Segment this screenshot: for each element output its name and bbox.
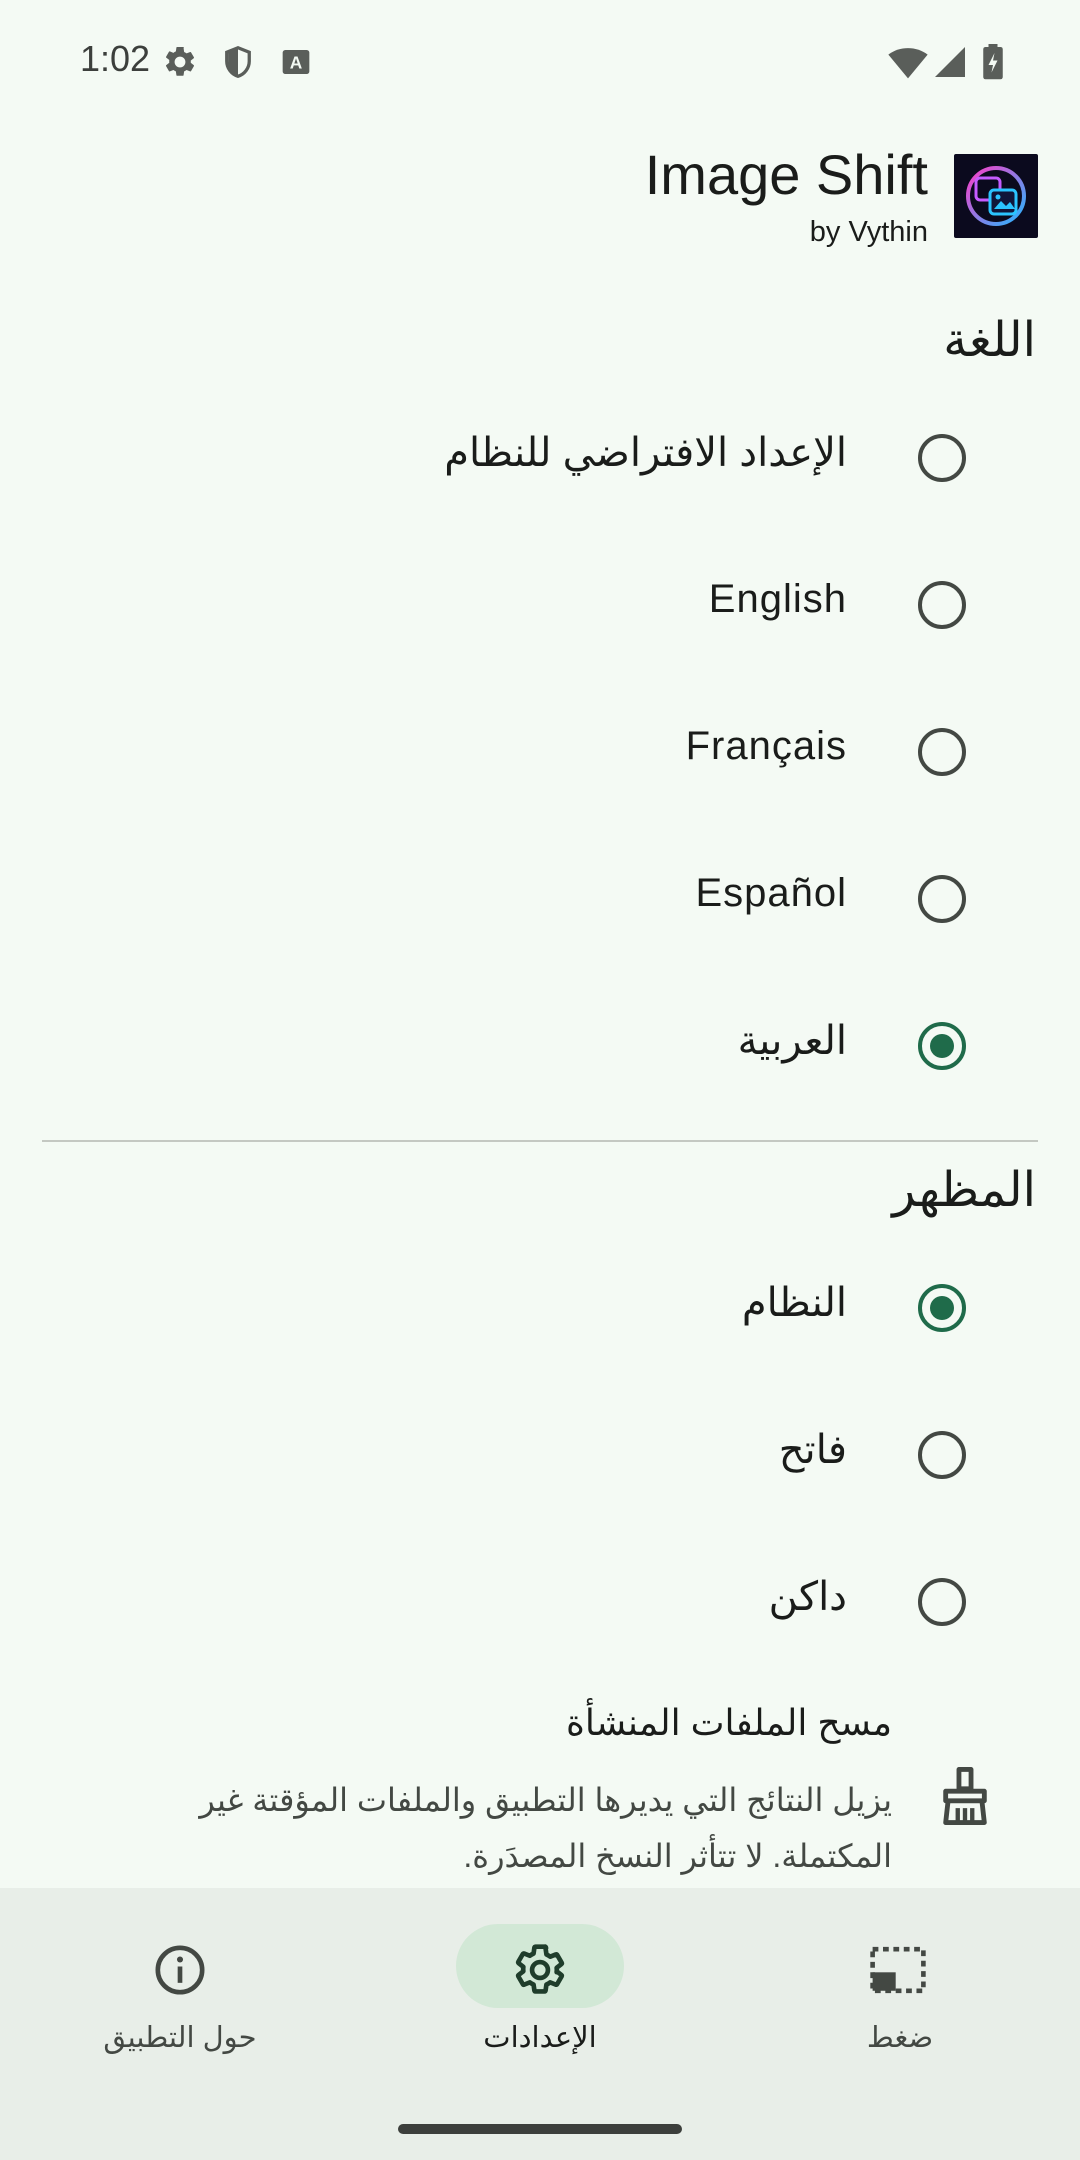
battery-charging-icon [983, 44, 1003, 80]
theme-radio-system[interactable] [918, 1284, 966, 1332]
appearance-section-title: المظهر [892, 1164, 1036, 1217]
theme-option-system[interactable]: النظام [742, 1280, 847, 1326]
language-radio-system-default[interactable] [918, 434, 966, 482]
app-title: Image Shift [644, 143, 928, 206]
language-option-spanish[interactable]: Español [695, 871, 847, 916]
status-time: 1:02 [80, 38, 151, 79]
nav-label-compress[interactable]: ضغط [780, 2020, 1020, 2055]
settings-icon [165, 46, 195, 76]
language-radio-french[interactable] [918, 728, 966, 776]
theme-radio-dark[interactable] [918, 1578, 966, 1626]
image-shift-logo-icon [966, 166, 1026, 226]
shield-icon [225, 45, 251, 78]
nav-label-about[interactable]: حول التطبيق [60, 2020, 300, 2055]
theme-radio-light[interactable] [918, 1431, 966, 1479]
keyboard-a-icon: A [282, 50, 310, 74]
theme-option-light[interactable]: فاتح [779, 1427, 847, 1473]
home-indicator[interactable] [398, 2124, 682, 2134]
info-icon[interactable] [152, 1942, 208, 1998]
wifi-icon [888, 48, 928, 79]
language-section-title: اللغة [943, 314, 1036, 367]
language-radio-arabic[interactable] [918, 1022, 966, 1070]
section-divider [42, 1140, 1038, 1142]
clear-files-description: يزيل النتائج التي يديرها التطبيق والملفا… [199, 1782, 892, 1874]
svg-text:A: A [290, 53, 303, 73]
language-option-french[interactable]: Français [686, 724, 847, 769]
language-option-arabic[interactable]: العربية [738, 1018, 847, 1064]
nav-label-settings[interactable]: الإعدادات [420, 2020, 660, 2055]
app-subtitle: by Vythin [809, 216, 928, 248]
language-radio-english[interactable] [918, 581, 966, 629]
app-logo [954, 154, 1038, 238]
signal-icon [935, 47, 965, 77]
broom-icon[interactable] [936, 1764, 994, 1828]
clear-files-title[interactable]: مسح الملفات المنشأة [566, 1702, 892, 1744]
theme-option-dark[interactable]: داكن [769, 1574, 847, 1620]
language-option-system-default[interactable]: الإعداد الافتراضي للنظام [444, 430, 847, 476]
language-option-english[interactable]: English [709, 577, 847, 622]
compress-icon[interactable] [868, 1942, 928, 1998]
language-radio-spanish[interactable] [918, 875, 966, 923]
settings-icon[interactable] [512, 1942, 568, 1998]
